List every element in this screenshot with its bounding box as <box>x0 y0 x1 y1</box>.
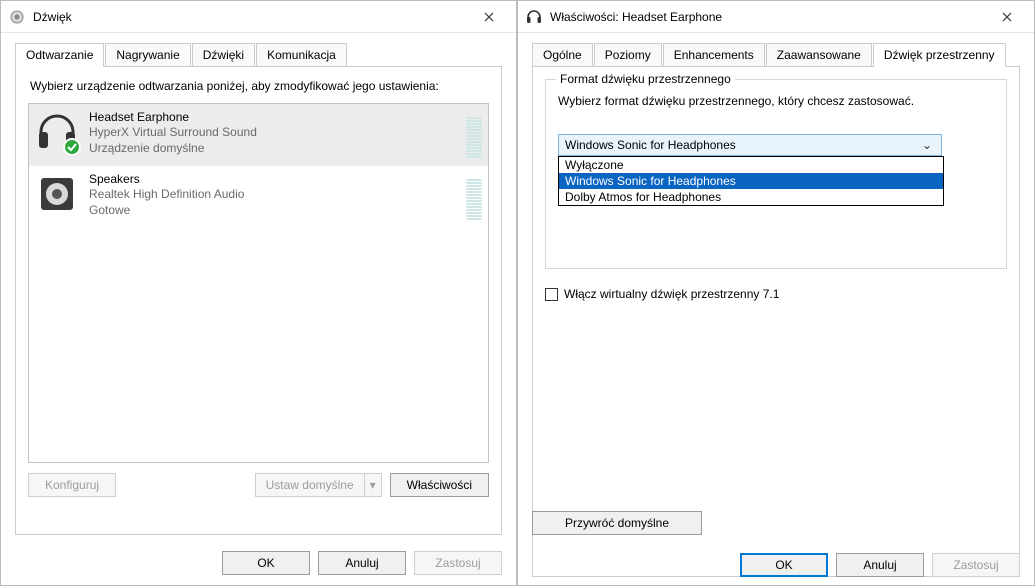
device-status: Urządzenie domyślne <box>89 140 257 156</box>
properties-button[interactable]: Właściwości <box>390 473 489 497</box>
tab-enhancements[interactable]: Enhancements <box>663 43 765 67</box>
speaker-icon <box>35 172 79 216</box>
device-item-speakers[interactable]: Speakers Realtek High Definition Audio G… <box>29 166 488 228</box>
sound-window: Dźwięk Odtwarzanie Nagrywanie Dźwięki Ko… <box>0 0 517 586</box>
client-area: Odtwarzanie Nagrywanie Dźwięki Komunikac… <box>1 33 516 543</box>
combo-option-off[interactable]: Wyłączone <box>559 157 943 173</box>
apply-button[interactable]: Zastosuj <box>414 551 502 575</box>
checkbox-icon[interactable] <box>545 288 558 301</box>
tab-recording[interactable]: Nagrywanie <box>105 43 190 67</box>
spatial-format-group: Format dźwięku przestrzennego Wybierz fo… <box>545 79 1007 269</box>
instruction-text: Wybierz urządzenie odtwarzania poniżej, … <box>30 79 489 93</box>
headset-icon <box>35 110 79 154</box>
device-name: Speakers <box>89 172 244 186</box>
window-title: Dźwięk <box>33 10 466 24</box>
cancel-button[interactable]: Anuluj <box>836 553 924 577</box>
close-button[interactable] <box>984 1 1030 33</box>
tab-sounds[interactable]: Dźwięki <box>192 43 255 67</box>
tabpage-spatial: Format dźwięku przestrzennego Wybierz fo… <box>532 66 1020 577</box>
tabstrip: Odtwarzanie Nagrywanie Dźwięki Komunikac… <box>15 43 502 67</box>
tab-comm[interactable]: Komunikacja <box>256 43 347 67</box>
tab-playback[interactable]: Odtwarzanie <box>15 43 104 67</box>
window-title: Właściwości: Headset Earphone <box>550 10 984 24</box>
device-text: Speakers Realtek High Definition Audio G… <box>89 172 244 218</box>
client-area: Ogólne Poziomy Enhancements Zaawansowane… <box>518 33 1034 585</box>
sound-icon <box>9 9 25 25</box>
ok-button[interactable]: OK <box>222 551 310 575</box>
device-text: Headset Earphone HyperX Virtual Surround… <box>89 110 257 156</box>
tab-levels[interactable]: Poziomy <box>594 43 662 67</box>
device-status: Gotowe <box>89 202 244 218</box>
combo-option-dolby[interactable]: Dolby Atmos for Headphones <box>559 189 943 205</box>
tab-spatial[interactable]: Dźwięk przestrzenny <box>873 43 1006 67</box>
close-button[interactable] <box>466 1 512 33</box>
device-driver: Realtek High Definition Audio <box>89 186 244 202</box>
configure-button[interactable]: Konfiguruj <box>28 473 116 497</box>
combo-option-sonic[interactable]: Windows Sonic for Headphones <box>559 173 943 189</box>
tab-general[interactable]: Ogólne <box>532 43 593 67</box>
dialog-footer: OK Anuluj Zastosuj <box>740 553 1020 577</box>
set-default-button[interactable]: Ustaw domyślne <box>255 473 364 497</box>
properties-window: Właściwości: Headset Earphone Ogólne Poz… <box>517 0 1035 586</box>
group-desc: Wybierz format dźwięku przestrzennego, k… <box>558 94 994 108</box>
titlebar[interactable]: Właściwości: Headset Earphone <box>518 1 1034 33</box>
group-legend: Format dźwięku przestrzennego <box>556 72 735 86</box>
device-list[interactable]: Headset Earphone HyperX Virtual Surround… <box>28 103 489 463</box>
apply-button[interactable]: Zastosuj <box>932 553 1020 577</box>
combo-selected: Windows Sonic for Headphones <box>565 138 736 152</box>
tab-advanced[interactable]: Zaawansowane <box>766 43 872 67</box>
level-meter <box>466 110 482 160</box>
default-check-icon <box>63 138 81 156</box>
chevron-down-icon: ⌄ <box>919 138 935 152</box>
checkbox-label: Włącz wirtualny dźwięk przestrzenny 7.1 <box>564 287 779 301</box>
device-item-headset[interactable]: Headset Earphone HyperX Virtual Surround… <box>29 104 488 166</box>
combo-dropdown[interactable]: Wyłączone Windows Sonic for Headphones D… <box>558 156 944 206</box>
spatial-format-combobox[interactable]: Windows Sonic for Headphones ⌄ Wyłączone… <box>558 134 942 156</box>
tabpage-playback: Wybierz urządzenie odtwarzania poniżej, … <box>15 66 502 535</box>
virtual-71-checkbox-row[interactable]: Włącz wirtualny dźwięk przestrzenny 7.1 <box>545 287 1007 301</box>
cancel-button[interactable]: Anuluj <box>318 551 406 575</box>
restore-defaults-button[interactable]: Przywróć domyślne <box>532 511 702 535</box>
device-driver: HyperX Virtual Surround Sound <box>89 124 257 140</box>
titlebar[interactable]: Dźwięk <box>1 1 516 33</box>
chevron-down-icon[interactable]: ▾ <box>364 473 382 497</box>
dialog-footer: OK Anuluj Zastosuj <box>1 543 516 585</box>
bottom-row: Konfiguruj Ustaw domyślne ▾ Właściwości <box>28 473 489 497</box>
set-default-splitbutton[interactable]: Ustaw domyślne ▾ <box>255 473 382 497</box>
ok-button[interactable]: OK <box>740 553 828 577</box>
level-meter <box>466 172 482 222</box>
device-name: Headset Earphone <box>89 110 257 124</box>
headset-icon <box>526 9 542 25</box>
tabstrip: Ogólne Poziomy Enhancements Zaawansowane… <box>532 43 1020 67</box>
